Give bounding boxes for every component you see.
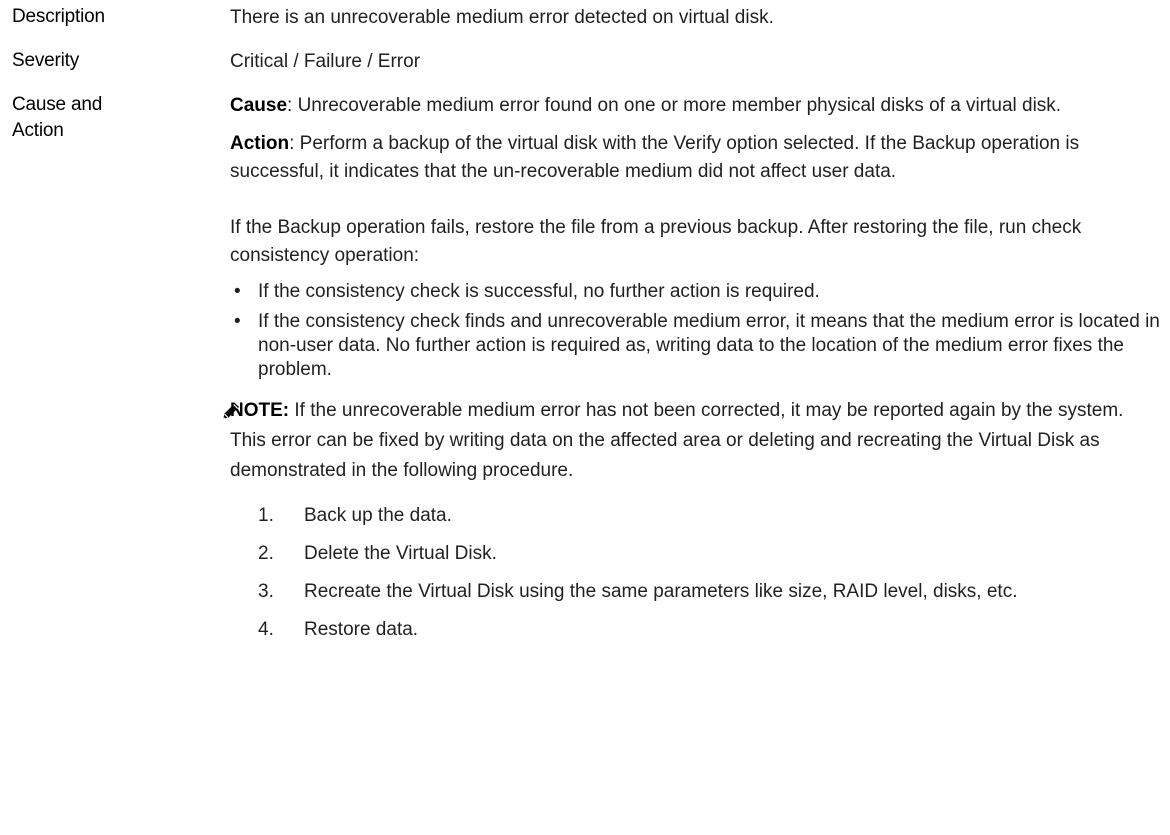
step-number: 3. xyxy=(258,581,274,602)
cause-action-label-line2: Action xyxy=(12,120,64,141)
step-text: Recreate the Virtual Disk using the same… xyxy=(304,581,1018,602)
backup-fails-paragraph: If the Backup operation fails, restore t… xyxy=(230,217,1082,266)
step-text: Delete the Virtual Disk. xyxy=(304,543,497,564)
bullet-text: If the consistency check is successful, … xyxy=(258,281,820,302)
list-item: • If the consistency check finds and unr… xyxy=(230,310,1162,382)
cause-action-content: Cause: Unrecoverable medium error found … xyxy=(223,92,1162,642)
cause-text: : Unrecoverable medium error found on on… xyxy=(287,95,1062,116)
cause-action-row: Cause and Action Cause: Unrecoverable me… xyxy=(12,92,1162,642)
step-text: Restore data. xyxy=(304,619,419,640)
procedure-steps: 1. Back up the data. 2. Delete the Virtu… xyxy=(258,504,1162,642)
cause-heading: Cause xyxy=(230,95,288,116)
severity-label: Severity xyxy=(12,50,80,71)
action-text: : Perform a backup of the virtual disk w… xyxy=(230,133,1080,182)
bullet-text: If the consistency check finds and unrec… xyxy=(258,311,1160,380)
consistency-bullet-list: • If the consistency check is successful… xyxy=(230,280,1162,382)
pencil-note-icon xyxy=(220,400,242,422)
step-number: 4. xyxy=(258,619,274,640)
severity-text: Critical / Failure / Error xyxy=(230,51,421,72)
cause-action-label: Cause and Action xyxy=(12,92,192,144)
step-number: 1. xyxy=(258,505,274,526)
description-text: There is an unrecoverable medium error d… xyxy=(230,7,774,28)
step-number: 2. xyxy=(258,543,274,564)
cause-action-label-line1: Cause and xyxy=(12,94,103,115)
severity-content: Critical / Failure / Error xyxy=(230,48,1162,76)
cause-paragraph: Cause: Unrecoverable medium error found … xyxy=(230,92,1162,120)
list-item: • If the consistency check is successful… xyxy=(230,280,1162,304)
document-body: Description There is an unrecoverable me… xyxy=(12,0,1162,656)
step-text: Back up the data. xyxy=(304,505,452,526)
list-item: 2. Delete the Virtual Disk. xyxy=(258,542,1162,566)
bullet-icon: • xyxy=(234,311,241,332)
bullet-icon: • xyxy=(234,281,241,302)
note-body: If the unrecoverable medium error has no… xyxy=(230,400,1124,481)
description-label: Description xyxy=(12,6,105,27)
list-item: 1. Back up the data. xyxy=(258,504,1162,528)
description-content: There is an unrecoverable medium error d… xyxy=(230,4,1162,32)
action-paragraph: Action: Perform a backup of the virtual … xyxy=(230,130,1162,186)
severity-row: Severity Critical / Failure / Error xyxy=(12,48,1162,76)
note-text-paragraph: NOTE: If the unrecoverable medium error … xyxy=(230,396,1162,486)
list-item: 3. Recreate the Virtual Disk using the s… xyxy=(258,580,1162,604)
action-heading: Action xyxy=(230,133,290,154)
list-item: 4. Restore data. xyxy=(258,618,1162,642)
description-row: Description There is an unrecoverable me… xyxy=(12,0,1162,32)
note-block: NOTE: If the unrecoverable medium error … xyxy=(223,396,1162,642)
